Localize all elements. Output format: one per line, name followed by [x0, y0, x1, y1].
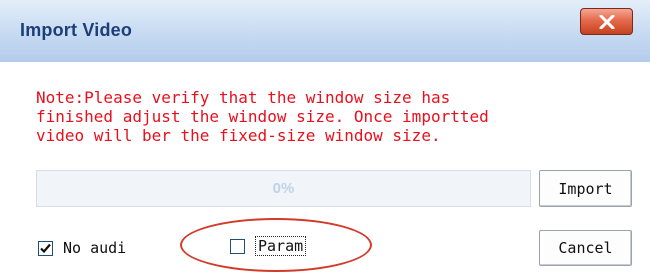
note-line-1: Note:Please verify that the window size … — [36, 88, 451, 107]
note-text: Note:Please verify that the window size … — [36, 88, 626, 145]
import-button[interactable]: Import — [539, 170, 632, 207]
progress-percent: 0% — [272, 180, 295, 197]
checkmark-icon — [40, 243, 51, 253]
note-line-3: video will ber the fixed-size window siz… — [36, 126, 441, 145]
close-icon — [599, 14, 614, 29]
cancel-button-label: Cancel — [558, 239, 613, 257]
no-audio-option[interactable]: No audi — [38, 239, 126, 257]
cancel-button[interactable]: Cancel — [539, 230, 632, 266]
close-button[interactable] — [580, 8, 633, 35]
no-audio-label: No audi — [63, 239, 127, 257]
import-progress-bar: 0% — [36, 170, 531, 207]
note-line-2: finished adjust the window size. Once im… — [36, 107, 489, 126]
param-checkbox[interactable] — [230, 238, 245, 254]
no-audio-checkbox[interactable] — [38, 240, 53, 256]
param-label: Param — [255, 236, 307, 256]
import-video-dialog: Import Video Note:Please verify that the… — [0, 0, 650, 274]
import-button-label: Import — [558, 179, 613, 198]
dialog-title: Import Video — [20, 20, 133, 40]
title-bar[interactable]: Import Video — [0, 0, 650, 62]
param-option[interactable]: Param — [230, 236, 307, 256]
